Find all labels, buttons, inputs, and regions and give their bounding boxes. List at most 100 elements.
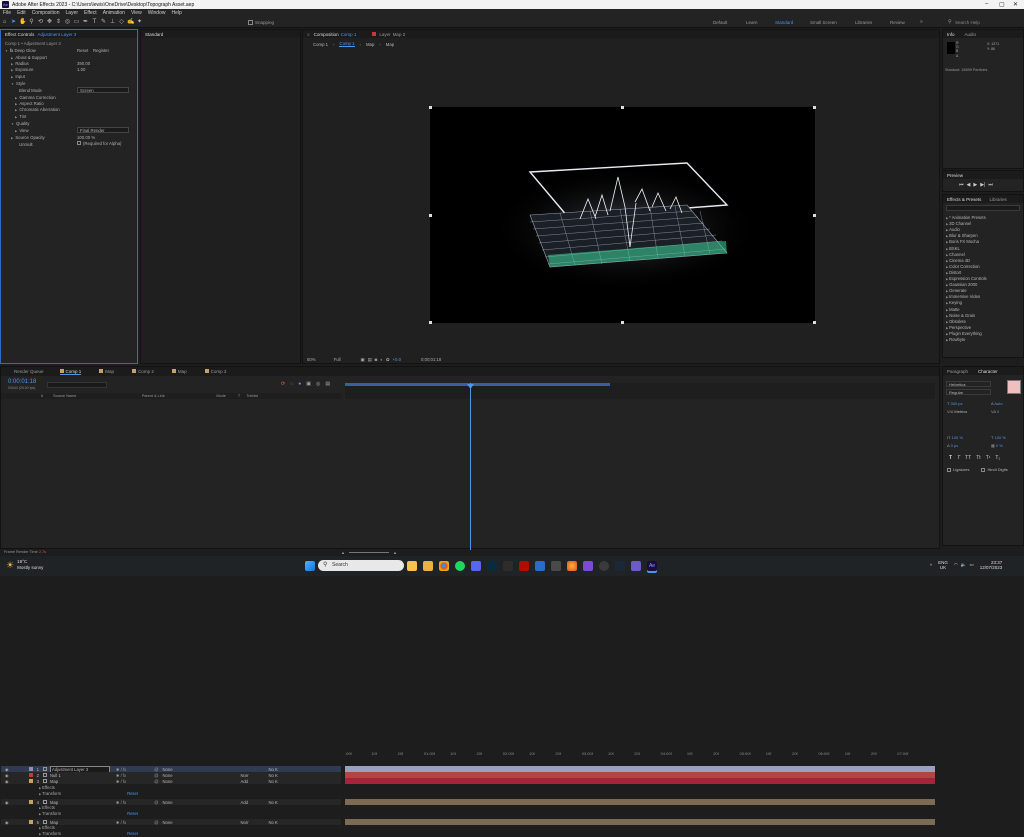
tray-chevron-icon[interactable]: ^ [930, 563, 932, 568]
search-help-icon[interactable]: ⚲ [948, 19, 952, 25]
baseline-value[interactable]: 0 px [951, 443, 959, 448]
menu-icon[interactable]: ≡ [307, 32, 310, 37]
layer-parent[interactable]: None [163, 800, 203, 805]
nav-map-2[interactable]: Map [386, 42, 394, 47]
timeline-search-input[interactable] [47, 382, 107, 388]
visibility-eye-icon[interactable]: ◉ [5, 779, 9, 784]
effects-category-item[interactable]: ▶ Color Correction [946, 264, 980, 269]
layer-property-row[interactable]: ▶ Transform Reset [39, 791, 138, 797]
close-button[interactable]: ✕ [1013, 1, 1018, 8]
parent-pickwhip-icon[interactable]: @ [154, 773, 158, 778]
zoom-dropdown[interactable]: 50% [307, 357, 316, 362]
resolution-dropdown[interactable]: Full [334, 357, 341, 362]
menu-help[interactable]: Help [171, 10, 181, 16]
prev-frame-icon[interactable]: ◀ [967, 182, 971, 188]
layer-switches[interactable]: ✱ / fx [116, 767, 126, 772]
font-family-dropdown[interactable]: Helvetica [946, 381, 991, 387]
layer-tab-label[interactable]: Layer [379, 32, 390, 37]
effect-register-link[interactable]: Register [93, 48, 109, 53]
composition-viewer[interactable] [429, 106, 816, 324]
puppet-tool-icon[interactable]: ✦ [136, 19, 143, 26]
transform-handle-tr[interactable] [813, 106, 816, 109]
camera-snapshot-icon[interactable]: ◙ [375, 357, 378, 362]
layer-parent[interactable]: None [163, 767, 203, 772]
battery-icon[interactable]: ▭ [969, 562, 973, 568]
home-icon[interactable]: ⌂ [1, 19, 8, 26]
small-caps-button[interactable]: Tt [976, 455, 980, 461]
transform-handle-bm[interactable] [621, 321, 624, 324]
visibility-eye-icon[interactable]: ◉ [5, 767, 9, 772]
paragraph-tab[interactable]: Paragraph [947, 369, 968, 374]
faux-italic-button[interactable]: T [957, 455, 960, 461]
layer-name[interactable]: Map [50, 779, 110, 784]
audio-tab[interactable]: Audio [965, 32, 977, 37]
hindi-digits-checkbox[interactable] [981, 467, 986, 472]
zoom-in-icon[interactable]: ▲ [393, 550, 397, 555]
playhead[interactable] [470, 383, 471, 550]
expand-triangle-icon[interactable]: ▼ [5, 49, 8, 53]
layer-name[interactable]: Null 1 [50, 773, 110, 778]
weather-widget[interactable]: ☀ 19°C Mostly sunny [6, 559, 43, 571]
effects-category-item[interactable]: ▶ Gaussian 2000 [946, 282, 977, 287]
layer-label-color[interactable] [28, 779, 33, 783]
effects-category-item[interactable]: ▶ Blur & Sharpen [946, 233, 978, 238]
eraser-tool-icon[interactable]: ◇ [118, 19, 125, 26]
roto-tool-icon[interactable]: ✍ [127, 19, 134, 26]
effects-category-item[interactable]: ▶ Plugin Everything [946, 331, 982, 336]
search-help-input[interactable]: Search Help [955, 20, 1020, 25]
acrobat-icon[interactable] [519, 560, 529, 571]
wifi-icon[interactable]: ◠ [954, 562, 958, 568]
effects-category-item[interactable]: ▶ Rowbyte [946, 337, 965, 342]
faux-bold-button[interactable]: T [949, 455, 952, 461]
start-icon[interactable] [305, 560, 315, 571]
effects-category-item[interactable]: ▶ Audio [946, 227, 960, 232]
workspace-more-icon[interactable]: » [920, 19, 923, 25]
time-ruler[interactable] [345, 383, 935, 399]
kerning-value[interactable]: Metrics [954, 409, 967, 414]
file-explorer-icon[interactable] [407, 560, 417, 571]
layer-mode[interactable]: Norr [241, 820, 255, 825]
zoom-out-icon[interactable]: ▲ [341, 550, 345, 555]
menu-view[interactable]: View [131, 10, 142, 16]
graph-editor-icon[interactable]: ▣ [306, 381, 311, 387]
layer-trkmat[interactable]: No K [269, 773, 278, 778]
effects-presets-tab[interactable]: Effects & Presets [947, 197, 981, 202]
transform-handle-mr[interactable] [813, 214, 816, 217]
layer-mode[interactable]: Norr [241, 773, 255, 778]
clock-date[interactable]: 12/07/2023 [980, 565, 1003, 570]
pen-tool-icon[interactable]: ✒ [82, 19, 89, 26]
ec-label-style[interactable]: Style [16, 81, 26, 86]
effects-category-item[interactable]: ▶ Immersive Video [946, 294, 980, 299]
region-code[interactable]: UK [938, 565, 948, 570]
fill-color-swatch[interactable] [1007, 380, 1021, 394]
volume-icon[interactable]: 🔈 [961, 562, 967, 568]
steam-icon[interactable] [615, 560, 625, 571]
effects-category-item[interactable]: ▶ BSKL [946, 246, 960, 251]
tab-map-2[interactable]: Map [171, 369, 187, 374]
ec-value-radius[interactable]: 390.00 [77, 61, 90, 66]
rectangle-tool-icon[interactable]: ▭ [73, 19, 80, 26]
transform-handle-bl[interactable] [429, 321, 432, 324]
spotify-icon[interactable] [455, 560, 465, 571]
parent-pickwhip-icon[interactable]: @ [154, 779, 158, 784]
effects-category-item[interactable]: ▶ Obsolete [946, 319, 966, 324]
layer-tab-name[interactable]: Map 2 [393, 32, 406, 37]
effect-reset-link[interactable]: Reset [77, 48, 88, 53]
effects-category-item[interactable]: ▶ Noise & Grain [946, 313, 975, 318]
app-icon-5[interactable] [631, 560, 641, 571]
layer-row[interactable]: ◉ 3 Map ✱ / fx @ None Add No K [1, 778, 341, 784]
orbit-tool-icon[interactable]: ⟲ [37, 19, 44, 26]
ec-label-quality[interactable]: Quality [16, 121, 29, 126]
app-icon-2[interactable] [535, 560, 545, 571]
effects-category-item[interactable]: ▶ Expression Controls [946, 276, 987, 281]
nav-comp-1-active[interactable]: Comp 1 [339, 41, 355, 47]
layer-label-color[interactable] [28, 767, 33, 771]
menu-layer[interactable]: Layer [65, 10, 78, 16]
frame-blend-icon[interactable]: ● [298, 381, 301, 387]
ec-label-input[interactable]: Input [15, 74, 25, 79]
effects-category-item[interactable]: ▶ * Animation Presets [946, 215, 986, 220]
menu-file[interactable]: File [3, 10, 11, 16]
nav-map[interactable]: Map [366, 42, 374, 47]
layer-trkmat[interactable]: No K [269, 820, 278, 825]
ligatures-checkbox[interactable] [947, 467, 951, 472]
